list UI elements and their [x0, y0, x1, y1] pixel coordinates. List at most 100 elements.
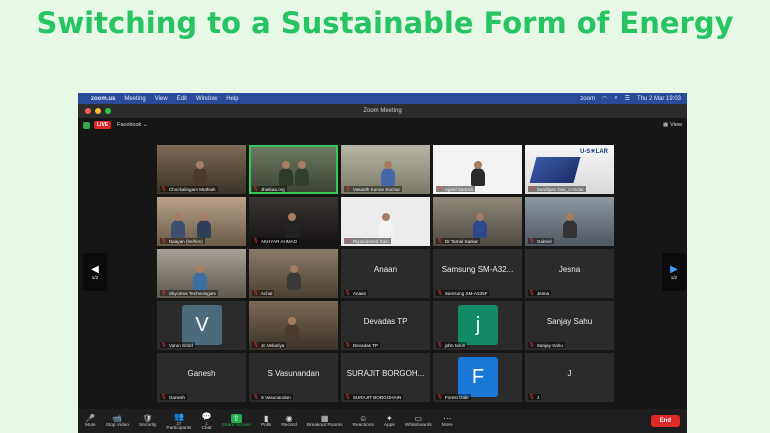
wifi-icon[interactable]: ◠	[602, 95, 607, 102]
participant-display-name: Anaan	[373, 265, 398, 274]
participant-tile[interactable]: Anaan 🎙 Anaan	[341, 249, 430, 298]
mute-button[interactable]: 🎤 Mute	[85, 414, 96, 428]
fullscreen-icon[interactable]	[105, 108, 111, 114]
record-button[interactable]: ◉ Record	[281, 414, 296, 428]
reactions-button[interactable]: ☺ Reactions	[353, 414, 374, 428]
participant-display-name: J	[567, 369, 572, 378]
prev-page-button[interactable]: ◀ 1/2	[83, 253, 107, 291]
breakout-rooms-button[interactable]: ▦ Breakout Rooms	[307, 414, 343, 428]
participant-tile[interactable]: F 🎙 Forest Dale	[433, 353, 522, 402]
mic-muted-icon: 🎙	[437, 186, 443, 191]
participant-name: Gabriel	[536, 238, 552, 244]
more-button[interactable]: ⋯ More	[442, 414, 453, 428]
participant-name-label: 🎙 Chockalingam Muthiah	[160, 186, 218, 192]
participant-tile[interactable]: Jesna 🎙 Jesna	[525, 249, 614, 298]
shield-icon[interactable]	[83, 121, 90, 129]
close-icon[interactable]	[85, 108, 91, 114]
participant-name: Chockalingam Muthiah	[168, 186, 216, 192]
participant-name: SURAJIT BORGOHAIN	[352, 394, 402, 400]
participant-figure	[287, 265, 301, 290]
end-meeting-button[interactable]: End	[650, 415, 680, 427]
participant-tile[interactable]: U-S☀LAR 🎙 Sandipan Das_U-Solar	[525, 145, 614, 194]
participant-name: Riyazahmed Kazi	[352, 238, 389, 244]
participant-tile[interactable]: 🎙 Achal	[249, 249, 338, 298]
more-label: More	[441, 423, 453, 428]
apps-button[interactable]: ✦ Apps	[384, 414, 395, 428]
participants-button[interactable]: 👥 27 Participants	[166, 412, 191, 431]
menu-edit[interactable]: Edit	[177, 96, 187, 102]
participant-tile[interactable]: 🎙 AKHYAR AHMAD	[249, 197, 338, 246]
window-title: Zoom Meeting	[363, 108, 402, 114]
participant-tile[interactable]: 🎙 Vasanth Kumar Kochar	[341, 145, 430, 194]
participant-tile[interactable]: 🎙 Gabriel	[525, 197, 614, 246]
participant-tile[interactable]: J 🎙 J	[525, 353, 614, 402]
chat-button[interactable]: 💬 1 Chat	[201, 412, 211, 431]
live-badge[interactable]: LIVE	[94, 121, 112, 129]
security-button[interactable]: 🛡 Security	[139, 414, 156, 428]
search-icon[interactable]: ⌕	[614, 95, 617, 102]
whiteboards-button[interactable]: ▭ Whiteboards	[405, 414, 432, 428]
live-platform-dropdown[interactable]: Facebook ⌄	[117, 122, 147, 128]
chevron-down-icon: ⌄	[142, 122, 148, 128]
participant-name-label: 🎙 Anaan	[344, 290, 369, 296]
minimize-icon[interactable]	[95, 108, 101, 114]
gallery-grid: 🎙 Chockalingam Muthiah 🎙 Jhatkaa.org 🎙 Vasant…	[157, 145, 614, 403]
participant-tile[interactable]: 🎙 Jc Vekariya	[249, 301, 338, 350]
participant-tile[interactable]: Ganesh 🎙 Ganesh	[157, 353, 246, 402]
participant-tile[interactable]: SURAJIT BORGOH... 🎙 SURAJIT BORGOHAIN	[341, 353, 430, 402]
stop-video-label: Stop Video	[105, 423, 130, 428]
menu-meeting[interactable]: Meeting	[124, 96, 145, 102]
participant-tile[interactable]: Samsung SM-A32... 🎙 Samsung SM-A325F	[433, 249, 522, 298]
zoom-window: zoom.us Meeting View Edit Window Help zo…	[78, 93, 687, 433]
chat-label: Chat	[201, 425, 212, 431]
participant-tile[interactable]: 🎙 Dr Tamal Sarkar	[433, 197, 522, 246]
view-button[interactable]: ▦ View	[663, 122, 682, 128]
participant-name: Vasanth Kumar Kochar	[352, 186, 400, 192]
avatar: V	[182, 305, 222, 345]
share-screen-button[interactable]: ⇧ Share Screen	[222, 414, 251, 428]
whiteboards-icon: ▭	[414, 414, 423, 423]
participant-tile[interactable]: S Vasunandan 🎙 S Vasunandan	[249, 353, 338, 402]
participant-name: Anaan	[352, 290, 367, 296]
participant-tile[interactable]: V 🎙 Varun Sood	[157, 301, 246, 350]
menu-app[interactable]: zoom.us	[91, 96, 115, 102]
menu-window[interactable]: Window	[196, 96, 217, 102]
participant-figure	[295, 161, 309, 186]
participants-label: Participants	[166, 425, 192, 431]
participant-name-label: 🎙 Forest Dale	[436, 394, 471, 400]
page-indicator-right: 1/2	[670, 274, 678, 280]
menu-help[interactable]: Help	[226, 96, 238, 102]
participant-tile[interactable]: 🎙 Riyazahmed Kazi	[341, 197, 430, 246]
participant-display-name: Devadas TP	[363, 317, 408, 326]
participant-tile[interactable]: 🎙 Chockalingam Muthiah	[157, 145, 246, 194]
clock[interactable]: Thu 2 Mar 19:03	[637, 96, 681, 102]
window-titlebar: Zoom Meeting	[78, 104, 687, 118]
participant-name-label: 🎙 john tarun	[436, 342, 468, 348]
participant-tile[interactable]: 🎙 Skycirrus Technologies	[157, 249, 246, 298]
participant-tile[interactable]: 🎙 Naayan (he/him)	[157, 197, 246, 246]
participant-tile[interactable]: Sanjay Sahu 🎙 Sanjay Sahu	[525, 301, 614, 350]
participant-display-name: Ganesh	[187, 369, 216, 378]
stop-video-button[interactable]: 📹 Stop Video	[106, 414, 129, 428]
record-icon: ◉	[285, 414, 293, 423]
participant-tile[interactable]: 🎙 Agnel Samsin	[433, 145, 522, 194]
participant-tile[interactable]: Devadas TP 🎙 Devadas TP	[341, 301, 430, 350]
participant-name: Devadas TP	[352, 342, 379, 348]
meeting-info-strip: LIVE Facebook ⌄ ▦ View	[78, 118, 687, 132]
participant-name-label: 🎙 Gabriel	[528, 238, 554, 244]
participant-figure	[171, 213, 185, 238]
participant-tile[interactable]: j 🎙 john tarun	[433, 301, 522, 350]
participant-name: Varun Sood	[168, 342, 193, 348]
menu-view[interactable]: View	[155, 96, 168, 102]
zoom-status-icon[interactable]: zoom	[580, 96, 595, 102]
polls-button[interactable]: ▮ Polls	[261, 414, 271, 428]
whiteboards-label: Whiteboards	[404, 423, 432, 428]
stop-video-icon: 📹	[112, 414, 123, 423]
participant-tile[interactable]: 🎙 Jhatkaa.org	[249, 145, 338, 194]
grid-icon: ▦	[662, 122, 669, 128]
solar-panel-image	[529, 157, 581, 183]
control-center-icon[interactable]: ☰	[625, 95, 630, 102]
next-page-button[interactable]: ▶ 1/2	[662, 253, 686, 291]
window-controls	[85, 108, 111, 114]
chevron-left-icon: ◀	[91, 263, 99, 275]
